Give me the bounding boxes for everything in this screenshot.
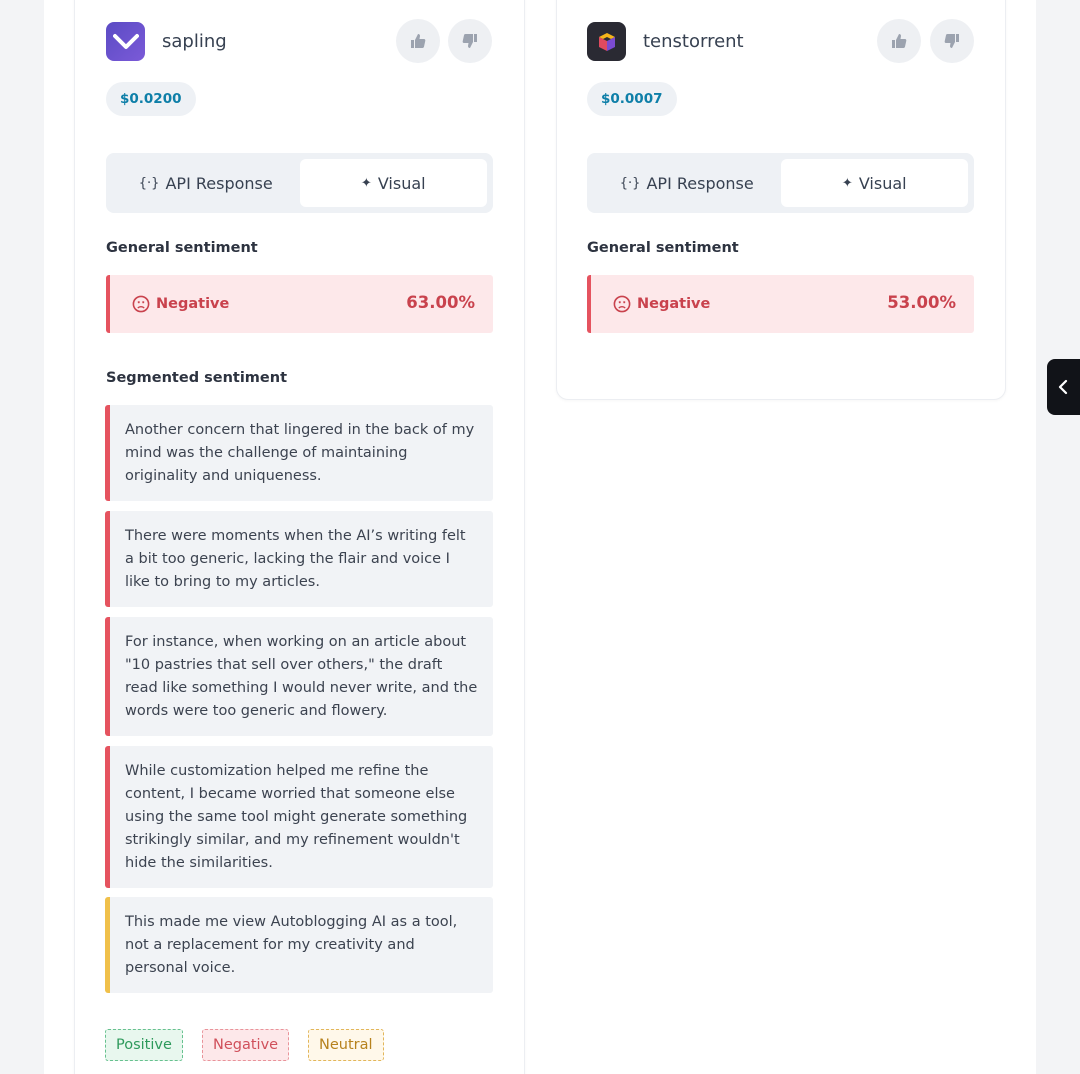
general-sentiment-title: General sentiment xyxy=(106,240,258,256)
sentiment-label: Negative xyxy=(156,296,230,312)
segment-item: For instance, when working on an article… xyxy=(105,617,493,736)
drawer-toggle-button[interactable] xyxy=(1047,359,1080,415)
chevron-left-icon xyxy=(1058,379,1068,395)
sparkle-icon: ✦ xyxy=(360,175,372,191)
thumbs-down-button[interactable] xyxy=(448,19,492,63)
provider-header-sapling: sapling xyxy=(106,22,227,61)
sad-face-icon xyxy=(132,295,150,313)
segment-item: While customization helped me refine the… xyxy=(105,746,493,888)
provider-name: sapling xyxy=(162,31,227,52)
sentiment-percent: 53.00% xyxy=(887,293,956,312)
tab-api-response[interactable]: {·} API Response xyxy=(593,159,781,207)
sapling-logo-icon xyxy=(106,22,145,61)
segmented-sentiment-title: Segmented sentiment xyxy=(106,370,288,386)
tenstorrent-logo-icon xyxy=(587,22,626,61)
general-sentiment-title: General sentiment xyxy=(587,240,739,256)
price-badge: $0.0200 xyxy=(106,82,196,116)
general-sentiment-result: Negative 53.00% xyxy=(587,275,974,333)
provider-header-tenstorrent: tenstorrent xyxy=(587,22,744,61)
code-braces-icon: {·} xyxy=(138,175,160,191)
segment-item: Another concern that lingered in the bac… xyxy=(105,405,493,501)
price-badge: $0.0007 xyxy=(587,82,677,116)
thumbs-up-button[interactable] xyxy=(396,19,440,63)
thumbs-up-button[interactable] xyxy=(877,19,921,63)
view-tabs: {·} API Response ✦ Visual xyxy=(106,153,493,213)
sentiment-label: Negative xyxy=(637,296,711,312)
segment-item: This made me view Autoblogging AI as a t… xyxy=(105,897,493,993)
legend-neutral: Neutral xyxy=(308,1029,384,1061)
sentiment-percent: 63.00% xyxy=(406,293,475,312)
segment-item: There were moments when the AI’s writing… xyxy=(105,511,493,607)
tab-visual[interactable]: ✦ Visual xyxy=(780,159,968,207)
general-sentiment-result: Negative 63.00% xyxy=(106,275,493,333)
thumbs-down-button[interactable] xyxy=(930,19,974,63)
legend-positive: Positive xyxy=(105,1029,183,1061)
sad-face-icon xyxy=(613,295,631,313)
code-braces-icon: {·} xyxy=(619,175,641,191)
legend-negative: Negative xyxy=(202,1029,290,1061)
provider-name: tenstorrent xyxy=(643,31,744,52)
tab-api-response[interactable]: {·} API Response xyxy=(112,159,300,207)
thumbs-up-icon xyxy=(892,34,907,48)
sparkle-icon: ✦ xyxy=(841,175,853,191)
view-tabs: {·} API Response ✦ Visual xyxy=(587,153,974,213)
thumbs-down-icon xyxy=(944,34,959,48)
thumbs-down-icon xyxy=(462,34,477,48)
thumbs-up-icon xyxy=(411,34,426,48)
tab-visual[interactable]: ✦ Visual xyxy=(299,159,487,207)
